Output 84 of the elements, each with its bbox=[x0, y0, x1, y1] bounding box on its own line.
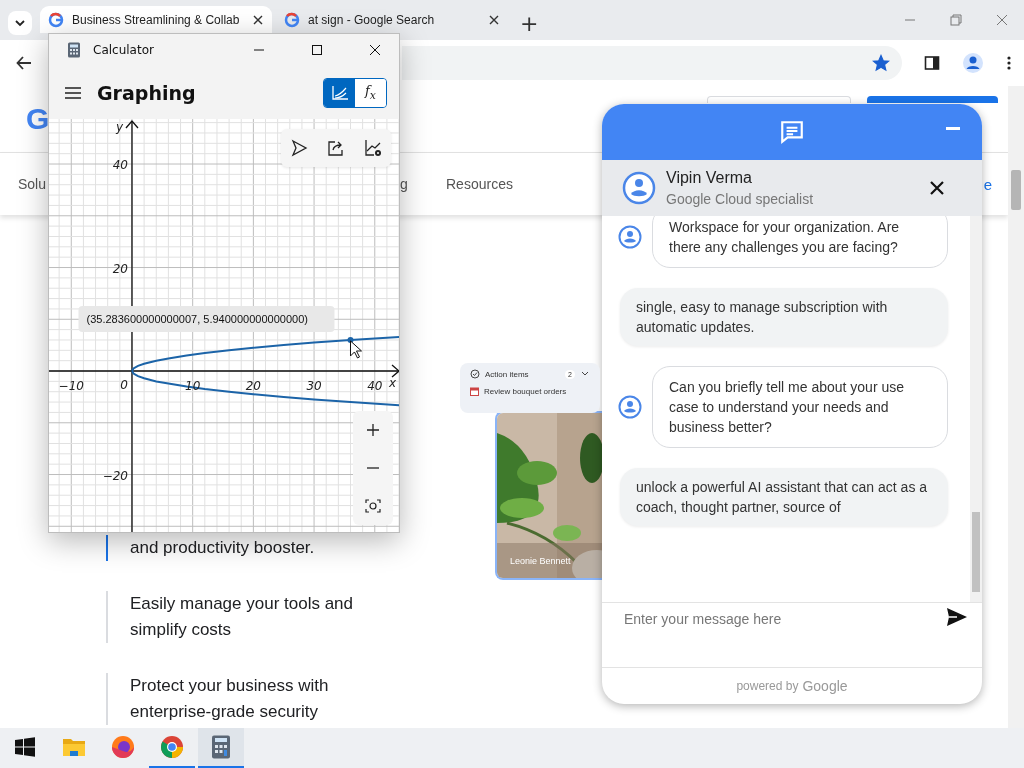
card-title: Action items bbox=[485, 369, 530, 379]
browser-icon bbox=[160, 735, 184, 759]
functions-button[interactable]: f$_{x}$ bbox=[355, 78, 386, 107]
send-icon[interactable] bbox=[946, 607, 968, 627]
browser-icon bbox=[111, 735, 135, 759]
brand-label: Google bbox=[802, 678, 848, 694]
chat-message: unlock a powerful AI assistant that can act as a coach, thought partner, source of bbox=[620, 468, 948, 526]
avatar-icon bbox=[618, 395, 642, 419]
tab-title: Business Streamlining & Collab bbox=[72, 12, 241, 27]
tab-title: at sign - Google Search bbox=[308, 12, 436, 27]
tick-label: −10 bbox=[58, 379, 84, 393]
close-icon[interactable] bbox=[252, 13, 264, 26]
scrollbar[interactable] bbox=[970, 216, 982, 602]
chat-message: Workspace for your organization. Are there any challenges you are facing? bbox=[652, 216, 948, 268]
close-icon[interactable] bbox=[488, 13, 500, 26]
close-icon[interactable] bbox=[369, 44, 381, 56]
graph-settings-icon[interactable] bbox=[363, 139, 382, 157]
annotation: (35.283600000000007, 5.940000000000000) bbox=[86, 312, 308, 325]
logo[interactable]: G bbox=[26, 102, 50, 136]
tick-label: 40 bbox=[367, 379, 383, 393]
browser-tab[interactable]: at sign - Google Search bbox=[276, 6, 508, 33]
agent-role: Google Cloud specialist bbox=[666, 191, 815, 207]
chevron-icon[interactable] bbox=[580, 370, 590, 378]
google-icon bbox=[284, 11, 300, 28]
calculator-icon bbox=[67, 42, 81, 58]
folder-icon bbox=[62, 736, 86, 758]
tab-list-button[interactable] bbox=[8, 11, 32, 35]
nav-item[interactable]: Resources bbox=[446, 176, 513, 192]
feature-item[interactable]: Protect your business with enterprise-grade security bbox=[106, 673, 390, 725]
message-input[interactable]: Enter your message here bbox=[622, 607, 946, 631]
fit-view-icon[interactable] bbox=[365, 499, 381, 513]
chat-icon bbox=[779, 119, 805, 145]
google-icon bbox=[48, 11, 64, 28]
share-icon[interactable] bbox=[327, 139, 345, 157]
graph-view-button[interactable] bbox=[324, 78, 355, 107]
scrollbar-thumb[interactable] bbox=[972, 512, 980, 592]
calendar-icon bbox=[470, 387, 479, 396]
zoom-in-icon[interactable] bbox=[366, 423, 380, 437]
calculator-icon bbox=[211, 735, 231, 759]
feature-item[interactable]: and productivity booster. bbox=[106, 535, 390, 561]
browser-tab[interactable]: Business Streamlining & Collab bbox=[40, 6, 272, 33]
axis-label: x bbox=[389, 376, 397, 390]
back-icon[interactable] bbox=[16, 55, 32, 71]
tick-label: 30 bbox=[306, 379, 322, 393]
chevron-icon bbox=[14, 17, 26, 29]
star-icon[interactable] bbox=[872, 54, 890, 72]
tick-label: 20 bbox=[245, 379, 261, 393]
powered-by-label: powered by bbox=[736, 679, 799, 693]
restore-icon[interactable] bbox=[950, 14, 962, 26]
chat-message: Can you briefly tell me about your use case to understand your needs and business better? bbox=[652, 366, 948, 448]
menu-icon[interactable] bbox=[1006, 55, 1012, 71]
agent-name: Vipin Verma bbox=[666, 169, 753, 187]
check-circle-icon bbox=[470, 369, 480, 379]
nav-item[interactable]: Solu bbox=[18, 176, 47, 192]
avatar-icon bbox=[618, 225, 642, 249]
maximize-icon[interactable] bbox=[311, 44, 323, 56]
avatar-icon bbox=[622, 171, 656, 205]
select-icon[interactable] bbox=[290, 139, 309, 157]
cursor-icon bbox=[350, 340, 362, 359]
taskbar-app[interactable] bbox=[198, 728, 244, 768]
window-title: Calculator bbox=[93, 43, 155, 57]
windows-icon bbox=[15, 737, 35, 757]
tick-label: 20 bbox=[112, 261, 128, 276]
trace-tooltip: (35.283600000000007, 5.940000000000000) bbox=[78, 305, 335, 332]
side-panel-icon[interactable] bbox=[924, 55, 940, 71]
feature-item[interactable]: Easily manage your tools and simplify costs bbox=[106, 591, 390, 643]
axis-label: y bbox=[116, 120, 124, 134]
nav-link[interactable]: e bbox=[983, 175, 992, 193]
profile-icon[interactable] bbox=[962, 52, 984, 74]
nav-item[interactable]: g bbox=[400, 176, 408, 192]
scrollbar[interactable] bbox=[1008, 86, 1024, 728]
origin-label: 0 bbox=[120, 378, 128, 392]
photo-caption: Leonie Bennett bbox=[510, 556, 571, 566]
tick-label: 40 bbox=[112, 158, 128, 172]
mode-title: Graphing bbox=[97, 81, 197, 104]
chat-message: single, easy to manage subscription with automatic updates. bbox=[620, 288, 948, 346]
close-icon[interactable] bbox=[929, 180, 945, 196]
new-tab-button[interactable]: + bbox=[516, 10, 543, 36]
task-item[interactable]: Review bouquet orders bbox=[484, 387, 567, 396]
menu-icon[interactable] bbox=[65, 85, 81, 100]
graph-icon bbox=[331, 85, 348, 100]
minimize-icon[interactable] bbox=[946, 127, 960, 131]
tick-label: −20 bbox=[102, 468, 128, 483]
scrollbar-thumb[interactable] bbox=[1011, 170, 1021, 210]
